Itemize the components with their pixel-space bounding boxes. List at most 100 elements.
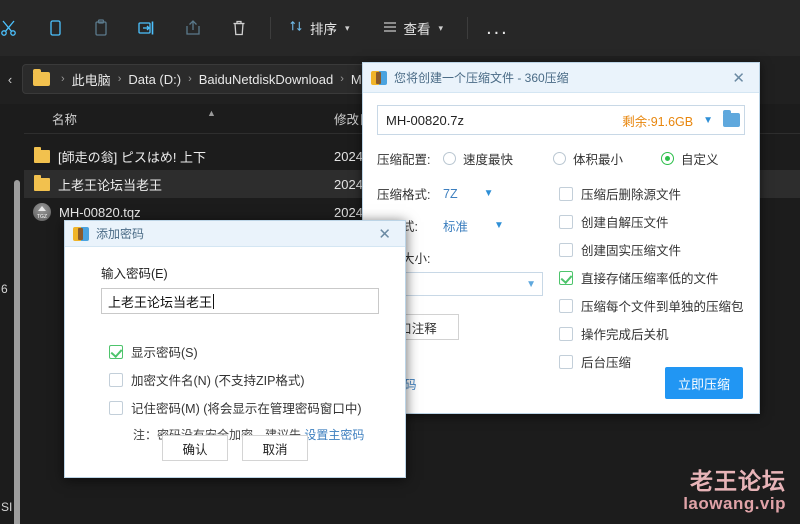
compress-dialog-title: 您将创建一个压缩文件 - 360压缩 (394, 71, 569, 85)
option-label: 压缩每个文件到单独的压缩包 (581, 300, 744, 314)
option-shutdown-after[interactable]: 操作完成后关机 (559, 324, 745, 343)
compress-dialog-footer: 加密码 立即压缩 (363, 351, 759, 415)
free-space-label: 剩余:91.6GB (622, 114, 694, 129)
sort-indicator-icon: ▲ (207, 108, 216, 118)
close-icon[interactable]: ✕ (372, 225, 397, 243)
compression-preset-label: 压缩配置: (377, 153, 431, 167)
breadcrumb-item-0[interactable]: 此电脑 (72, 70, 111, 89)
password-input-value: 上老王论坛当老王 (108, 294, 213, 310)
archive-path-field[interactable]: MH-00820.7z 剩余:91.6GB ▼ (377, 105, 745, 135)
share-icon[interactable] (170, 10, 216, 46)
archive-name-value[interactable]: MH-00820.7z (386, 113, 616, 128)
browse-folder-icon[interactable] (723, 110, 740, 127)
option-label: 加密文件名(N) (不支持ZIP格式) (131, 374, 305, 388)
breadcrumb-item-2[interactable]: BaiduNetdiskDownload (199, 72, 333, 87)
watermark-line-1: 老王论坛 (690, 468, 786, 494)
close-icon[interactable]: ✕ (726, 69, 751, 87)
preset-custom-label: 自定义 (681, 153, 719, 167)
add-password-dialog: 添加密码 ✕ 输入密码(E) 上老王论坛当老王 显示密码(S) 加密文件名(N)… (64, 220, 406, 478)
watermark-line-2: laowang.vip (683, 494, 786, 513)
back-chevron-icon[interactable]: ‹ (0, 72, 20, 87)
password-input-label: 输入密码(E) (101, 267, 168, 281)
nav-scrollbar[interactable] (14, 180, 20, 524)
checkbox-icon (559, 186, 573, 201)
compression-preset-row: 压缩配置: 速度最快 体积最小 自定义 (377, 149, 745, 168)
rename-icon[interactable] (124, 10, 170, 46)
format-label: 压缩格式: (377, 188, 431, 202)
option-label: 显示密码(S) (131, 346, 198, 360)
file-name-label: 上老王论坛当老王 (58, 177, 163, 193)
clipped-text-1: 6 (1, 282, 8, 296)
file-name-cell: TGZ MH-00820.tqz (24, 203, 334, 221)
password-input[interactable]: 上老王论坛当老王 (101, 288, 379, 314)
breadcrumb-item-1[interactable]: Data (D:) (128, 72, 181, 87)
sort-label: 排序 (310, 22, 337, 37)
sort-arrows-icon (289, 19, 304, 37)
file-name-cell: 上老王论坛当老王 (24, 174, 334, 194)
method-select[interactable]: 标准 ▼ (443, 216, 504, 235)
radio-icon (443, 152, 456, 165)
password-dialog-body: 输入密码(E) 上老王论坛当老王 显示密码(S) 加密文件名(N) (不支持ZI… (65, 247, 405, 443)
cancel-button[interactable]: 取消 (242, 435, 308, 461)
navigation-pane-strip: 6 SI (0, 104, 24, 524)
checkbox-icon (559, 214, 573, 229)
checkbox-icon-checked (559, 270, 573, 285)
screen: 排序 ▾ 查看 ▾ ... ‹ › 此电脑 › Data (D:) › Baid… (0, 0, 800, 524)
more-options-button[interactable]: ... (476, 17, 519, 40)
copy-icon[interactable] (32, 10, 78, 46)
option-show-password[interactable]: 显示密码(S) (109, 342, 379, 361)
chevron-down-icon: ▼ (483, 188, 494, 199)
option-store-low-ratio[interactable]: 直接存储压缩率低的文件 (559, 268, 745, 287)
explorer-toolbar: 排序 ▾ 查看 ▾ ... (0, 0, 800, 56)
preset-fastest[interactable]: 速度最快 (443, 149, 553, 168)
option-encrypt-filenames[interactable]: 加密文件名(N) (不支持ZIP格式) (109, 370, 379, 389)
confirm-button[interactable]: 确认 (162, 435, 228, 461)
checkbox-icon (559, 242, 573, 257)
chevron-down-icon: ▼ (494, 220, 504, 231)
tgz-file-icon: TGZ (33, 203, 51, 221)
view-label: 查看 (403, 22, 431, 37)
option-sfx[interactable]: 创建自解压文件 (559, 212, 745, 231)
clipped-text-2: SI (1, 500, 13, 514)
toolbar-divider (270, 17, 271, 39)
compress-dialog-body: MH-00820.7z 剩余:91.6GB ▼ 压缩配置: 速度最快 体积最小 … (363, 93, 759, 415)
breadcrumb-separator: › (340, 73, 344, 85)
column-header-name[interactable]: 名称 (24, 109, 334, 128)
option-delete-source[interactable]: 压缩后删除源文件 (559, 184, 745, 203)
option-separate-archives[interactable]: 压缩每个文件到单独的压缩包 (559, 296, 745, 315)
checkbox-icon (109, 372, 123, 387)
preset-custom[interactable]: 自定义 (661, 149, 719, 168)
format-row: 压缩格式: 7Z ▼ (377, 184, 553, 203)
compress-dialog-titlebar[interactable]: 您将创建一个压缩文件 - 360压缩 ✕ (363, 63, 759, 93)
breadcrumb-separator: › (117, 73, 122, 85)
option-label: 记住密码(M) (将会显示在管理密码窗口中) (131, 402, 362, 416)
preset-smallest[interactable]: 体积最小 (553, 149, 661, 168)
option-label: 压缩后删除源文件 (581, 188, 682, 202)
password-dialog-title: 添加密码 (96, 227, 145, 241)
compress-now-button[interactable]: 立即压缩 (665, 367, 743, 399)
checkbox-icon (559, 298, 573, 313)
watermark: 老王论坛 laowang.vip (683, 462, 786, 514)
folder-icon (34, 174, 50, 191)
preset-fastest-label: 速度最快 (463, 153, 514, 167)
file-name-cell: [師走の翁] ピスはめ! 上下 (24, 146, 334, 166)
option-solid[interactable]: 创建固实压缩文件 (559, 240, 745, 259)
delete-icon[interactable] (216, 10, 262, 46)
folder-icon (33, 69, 50, 86)
chevron-down-icon: ▾ (438, 22, 444, 33)
paste-icon[interactable] (78, 10, 124, 46)
chevron-down-icon[interactable]: ▼ (699, 115, 717, 126)
format-select[interactable]: 7Z ▼ (443, 187, 494, 201)
format-value: 7Z (443, 186, 458, 201)
file-name-label: MH-00820.tqz (59, 204, 141, 220)
cut-icon[interactable] (0, 10, 32, 46)
preset-smallest-label: 体积最小 (573, 153, 624, 167)
password-dialog-titlebar[interactable]: 添加密码 ✕ (65, 221, 405, 247)
password-dialog-footer: 确认 取消 (65, 435, 405, 461)
chevron-down-icon: ▼ (526, 278, 536, 290)
folder-icon (34, 146, 50, 163)
option-remember-password[interactable]: 记住密码(M) (将会显示在管理密码窗口中) (109, 398, 379, 417)
sort-button[interactable]: 排序 ▾ (279, 11, 360, 45)
compress-dialog: 您将创建一个压缩文件 - 360压缩 ✕ MH-00820.7z 剩余:91.6… (362, 62, 760, 414)
view-button[interactable]: 查看 ▾ (372, 11, 454, 45)
